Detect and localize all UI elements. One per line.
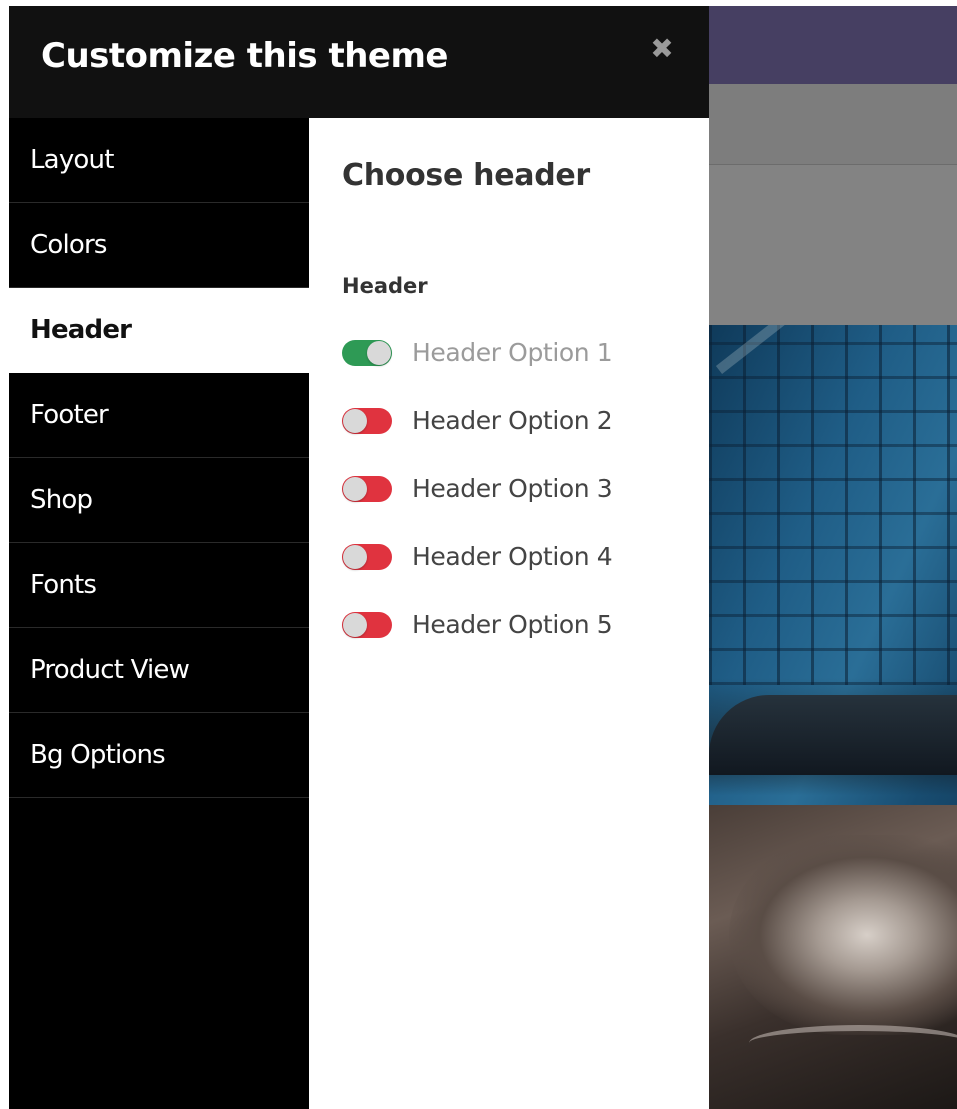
- header-option-5[interactable]: Header Option 5: [342, 608, 702, 676]
- nav-item-fonts[interactable]: Fonts: [9, 543, 309, 628]
- header-option-4-toggle[interactable]: [342, 544, 392, 570]
- customizer-nav: Layout Colors Header Footer Shop Fonts P…: [9, 118, 309, 1109]
- header-option-4[interactable]: Header Option 4: [342, 540, 702, 608]
- nav-item-footer[interactable]: Footer: [9, 373, 309, 458]
- header-option-3[interactable]: Header Option 3: [342, 472, 702, 540]
- hero-car-body: [709, 695, 957, 775]
- hero-headlight: [729, 835, 957, 1035]
- header-option-2[interactable]: Header Option 2: [342, 404, 702, 472]
- customizer-title: Customize this theme: [41, 36, 448, 76]
- header-option-label: Header Option 3: [412, 474, 613, 503]
- header-option-label: Header Option 5: [412, 610, 613, 639]
- header-option-label: Header Option 2: [412, 406, 613, 435]
- theme-customizer-panel: Customize this theme ✖ Layout Colors Hea…: [9, 6, 709, 1109]
- toggle-knob: [367, 341, 391, 365]
- toggle-knob: [343, 477, 367, 501]
- nav-item-product-view[interactable]: Product View: [9, 628, 309, 713]
- nav-item-layout[interactable]: Layout: [9, 118, 309, 203]
- nav-item-colors[interactable]: Colors: [9, 203, 309, 288]
- toggle-knob: [343, 409, 367, 433]
- header-option-label: Header Option 4: [412, 542, 613, 571]
- nav-item-shop[interactable]: Shop: [9, 458, 309, 543]
- group-label: Header: [342, 274, 428, 298]
- header-option-1[interactable]: Header Option 1: [342, 336, 702, 404]
- close-icon[interactable]: ✖: [645, 32, 679, 66]
- background-navbar: [709, 84, 957, 165]
- header-option-list: Header Option 1 Header Option 2 Header O…: [342, 336, 702, 676]
- header-option-3-toggle[interactable]: [342, 476, 392, 502]
- background-hero-image: [709, 325, 957, 1109]
- customizer-content: Choose header Header Header Option 1 Hea…: [309, 118, 709, 1109]
- section-title: Choose header: [342, 158, 590, 193]
- hero-building-grid: [709, 325, 957, 685]
- hero-wheel-rim: [749, 1025, 957, 1061]
- nav-item-header[interactable]: Header: [9, 288, 309, 373]
- background-topbar: [709, 6, 957, 84]
- background-strip: [709, 165, 957, 325]
- toggle-knob: [343, 613, 367, 637]
- header-option-2-toggle[interactable]: [342, 408, 392, 434]
- header-option-label: Header Option 1: [412, 338, 613, 367]
- customizer-header: Customize this theme ✖: [9, 6, 709, 118]
- toggle-knob: [343, 545, 367, 569]
- nav-item-bg-options[interactable]: Bg Options: [9, 713, 309, 798]
- header-option-5-toggle[interactable]: [342, 612, 392, 638]
- header-option-1-toggle[interactable]: [342, 340, 392, 366]
